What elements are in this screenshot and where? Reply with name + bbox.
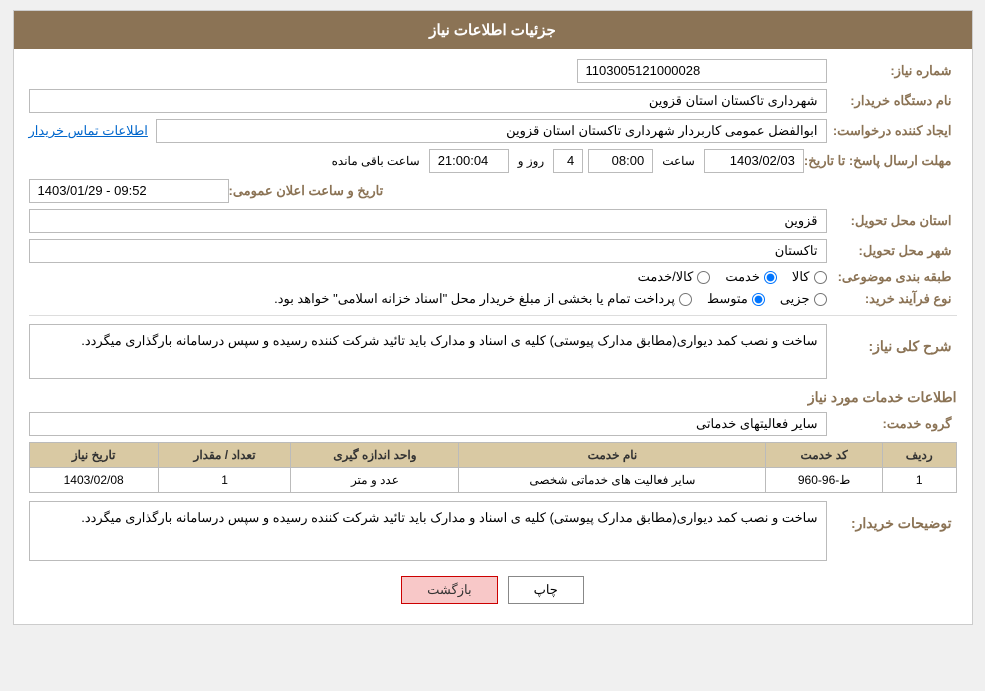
page-title: جزئیات اطلاعات نیاز [429,22,556,39]
col-header-unit: واحد اندازه گیری [291,443,459,468]
category-radio-group: کالا خدمت کالا/خدمت [29,269,827,285]
col-header-date: تاریخ نیاز [29,443,158,468]
table-body: 1 ط-96-960 سایر فعالیت های خدماتی شخصی ع… [29,468,956,493]
province-value: قزوین [29,209,827,233]
deadline-remaining-value: 21:00:04 [429,149,509,173]
cell-date: 1403/02/08 [29,468,158,493]
purchase-type-label-jozyi: جزیی [780,291,810,307]
deadline-row: مهلت ارسال پاسخ: تا تاریخ: 1403/02/03 سا… [29,149,957,173]
general-desc-label: شرح کلی نیاز: [827,334,957,355]
deadline-days-label: روز و [514,154,549,168]
purchase-type-radio-group: جزیی متوسط پرداخت تمام یا بخشی از مبلغ خ… [29,291,827,307]
org-name-value: شهرداری تاکستان استان قزوین [29,89,827,113]
cell-row: 1 [882,468,956,493]
category-label-kala: کالا [792,269,810,285]
org-name-label: نام دستگاه خریدار: [827,93,957,109]
creator-value: ابوالفضل عمومی کاربردار شهرداری تاکستان … [156,119,827,143]
cell-name: سایر فعالیت های خدماتی شخصی [459,468,766,493]
category-label-khedmat: خدمت [725,269,760,285]
deadline-fields: 1403/02/03 ساعت 08:00 4 روز و 21:00:04 س… [29,149,804,173]
purchase-type-radio-jozyi[interactable] [814,293,827,306]
category-option-kala-khedmat: کالا/خدمت [638,269,711,285]
cell-code: ط-96-960 [766,468,883,493]
announce-row: تاریخ و ساعت اعلان عمومی: 1403/01/29 - 0… [29,179,957,203]
purchase-type-label-pardakht: پرداخت تمام یا بخشی از مبلغ خریدار محل "… [274,291,675,307]
cell-unit: عدد و متر [291,468,459,493]
need-number-label: شماره نیاز: [827,63,957,79]
buyer-desc-value: ساخت و نصب کمد دیواری(مطابق مدارک پیوستی… [29,501,827,561]
services-table: ردیف کد خدمت نام خدمت واحد اندازه گیری ت… [29,442,957,493]
deadline-days-value: 4 [553,149,583,173]
purchase-type-pardakht: پرداخت تمام یا بخشی از مبلغ خریدار محل "… [274,291,692,307]
purchase-type-radio-pardakht[interactable] [679,293,692,306]
cell-qty: 1 [158,468,291,493]
general-desc-row: شرح کلی نیاز: ساخت و نصب کمد دیواری(مطاب… [29,324,957,379]
service-group-label: گروه خدمت: [827,416,957,432]
purchase-type-label-motavaset: متوسط [707,291,748,307]
service-group-value: سایر فعالیتهای خدماتی [29,412,827,436]
category-option-kala: کالا [792,269,827,285]
city-value: تاکستان [29,239,827,263]
category-option-khedmat: خدمت [725,269,777,285]
col-header-row: ردیف [882,443,956,468]
deadline-time-value: 08:00 [588,149,653,173]
services-title: اطلاعات خدمات مورد نیاز [29,389,957,406]
category-row: طبقه بندی موضوعی: کالا خدمت کالا/خدمت [29,269,957,285]
col-header-name: نام خدمت [459,443,766,468]
buttons-row: چاپ بازگشت [29,576,957,604]
back-button[interactable]: بازگشت [401,576,497,604]
category-label-kala-khedmat: کالا/خدمت [638,269,694,285]
services-section: اطلاعات خدمات مورد نیاز گروه خدمت: سایر … [29,389,957,493]
table-header-row: ردیف کد خدمت نام خدمت واحد اندازه گیری ت… [29,443,956,468]
table-head: ردیف کد خدمت نام خدمت واحد اندازه گیری ت… [29,443,956,468]
city-row: شهر محل تحویل: تاکستان [29,239,957,263]
category-radio-kala-khedmat[interactable] [697,271,710,284]
deadline-label: مهلت ارسال پاسخ: تا تاریخ: [804,153,957,169]
purchase-type-motavaset: متوسط [707,291,765,307]
buyer-desc-row: توضیحات خریدار: ساخت و نصب کمد دیواری(مط… [29,501,957,561]
need-number-value: 1103005121000028 [577,59,827,83]
city-label: شهر محل تحویل: [827,243,957,259]
buyer-desc-label: توضیحات خریدار: [827,511,957,532]
service-group-row: گروه خدمت: سایر فعالیتهای خدماتی [29,412,957,436]
purchase-type-jozyi: جزیی [780,291,827,307]
purchase-type-row: نوع فرآیند خرید: جزیی متوسط پرداخت تمام … [29,291,957,307]
content-area: شماره نیاز: 1103005121000028 نام دستگاه … [14,49,972,624]
category-radio-khedmat[interactable] [764,271,777,284]
purchase-type-radio-motavaset[interactable] [752,293,765,306]
creator-row: ایجاد کننده درخواست: ابوالفضل عمومی کارب… [29,119,957,143]
announce-value: 1403/01/29 - 09:52 [29,179,229,203]
col-header-code: کد خدمت [766,443,883,468]
category-label: طبقه بندی موضوعی: [827,269,957,285]
print-button[interactable]: چاپ [508,576,584,604]
province-label: استان محل تحویل: [827,213,957,229]
services-table-wrapper: ردیف کد خدمت نام خدمت واحد اندازه گیری ت… [29,442,957,493]
page-header: جزئیات اطلاعات نیاز [14,11,972,49]
deadline-remaining-label: ساعت باقی مانده [328,154,424,168]
col-header-qty: تعداد / مقدار [158,443,291,468]
main-container: جزئیات اطلاعات نیاز شماره نیاز: 11030051… [13,10,973,625]
category-radio-kala[interactable] [814,271,827,284]
need-number-row: شماره نیاز: 1103005121000028 [29,59,957,83]
province-row: استان محل تحویل: قزوین [29,209,957,233]
creator-label: ایجاد کننده درخواست: [827,123,957,139]
deadline-date-value: 1403/02/03 [704,149,804,173]
divider-1 [29,315,957,316]
announce-label: تاریخ و ساعت اعلان عمومی: [229,183,389,199]
general-desc-value: ساخت و نصب کمد دیواری(مطابق مدارک پیوستی… [29,324,827,379]
org-name-row: نام دستگاه خریدار: شهرداری تاکستان استان… [29,89,957,113]
creator-link[interactable]: اطلاعات تماس خریدار [29,123,148,139]
deadline-time-label: ساعت [658,154,699,168]
purchase-type-label: نوع فرآیند خرید: [827,291,957,307]
table-row: 1 ط-96-960 سایر فعالیت های خدماتی شخصی ع… [29,468,956,493]
